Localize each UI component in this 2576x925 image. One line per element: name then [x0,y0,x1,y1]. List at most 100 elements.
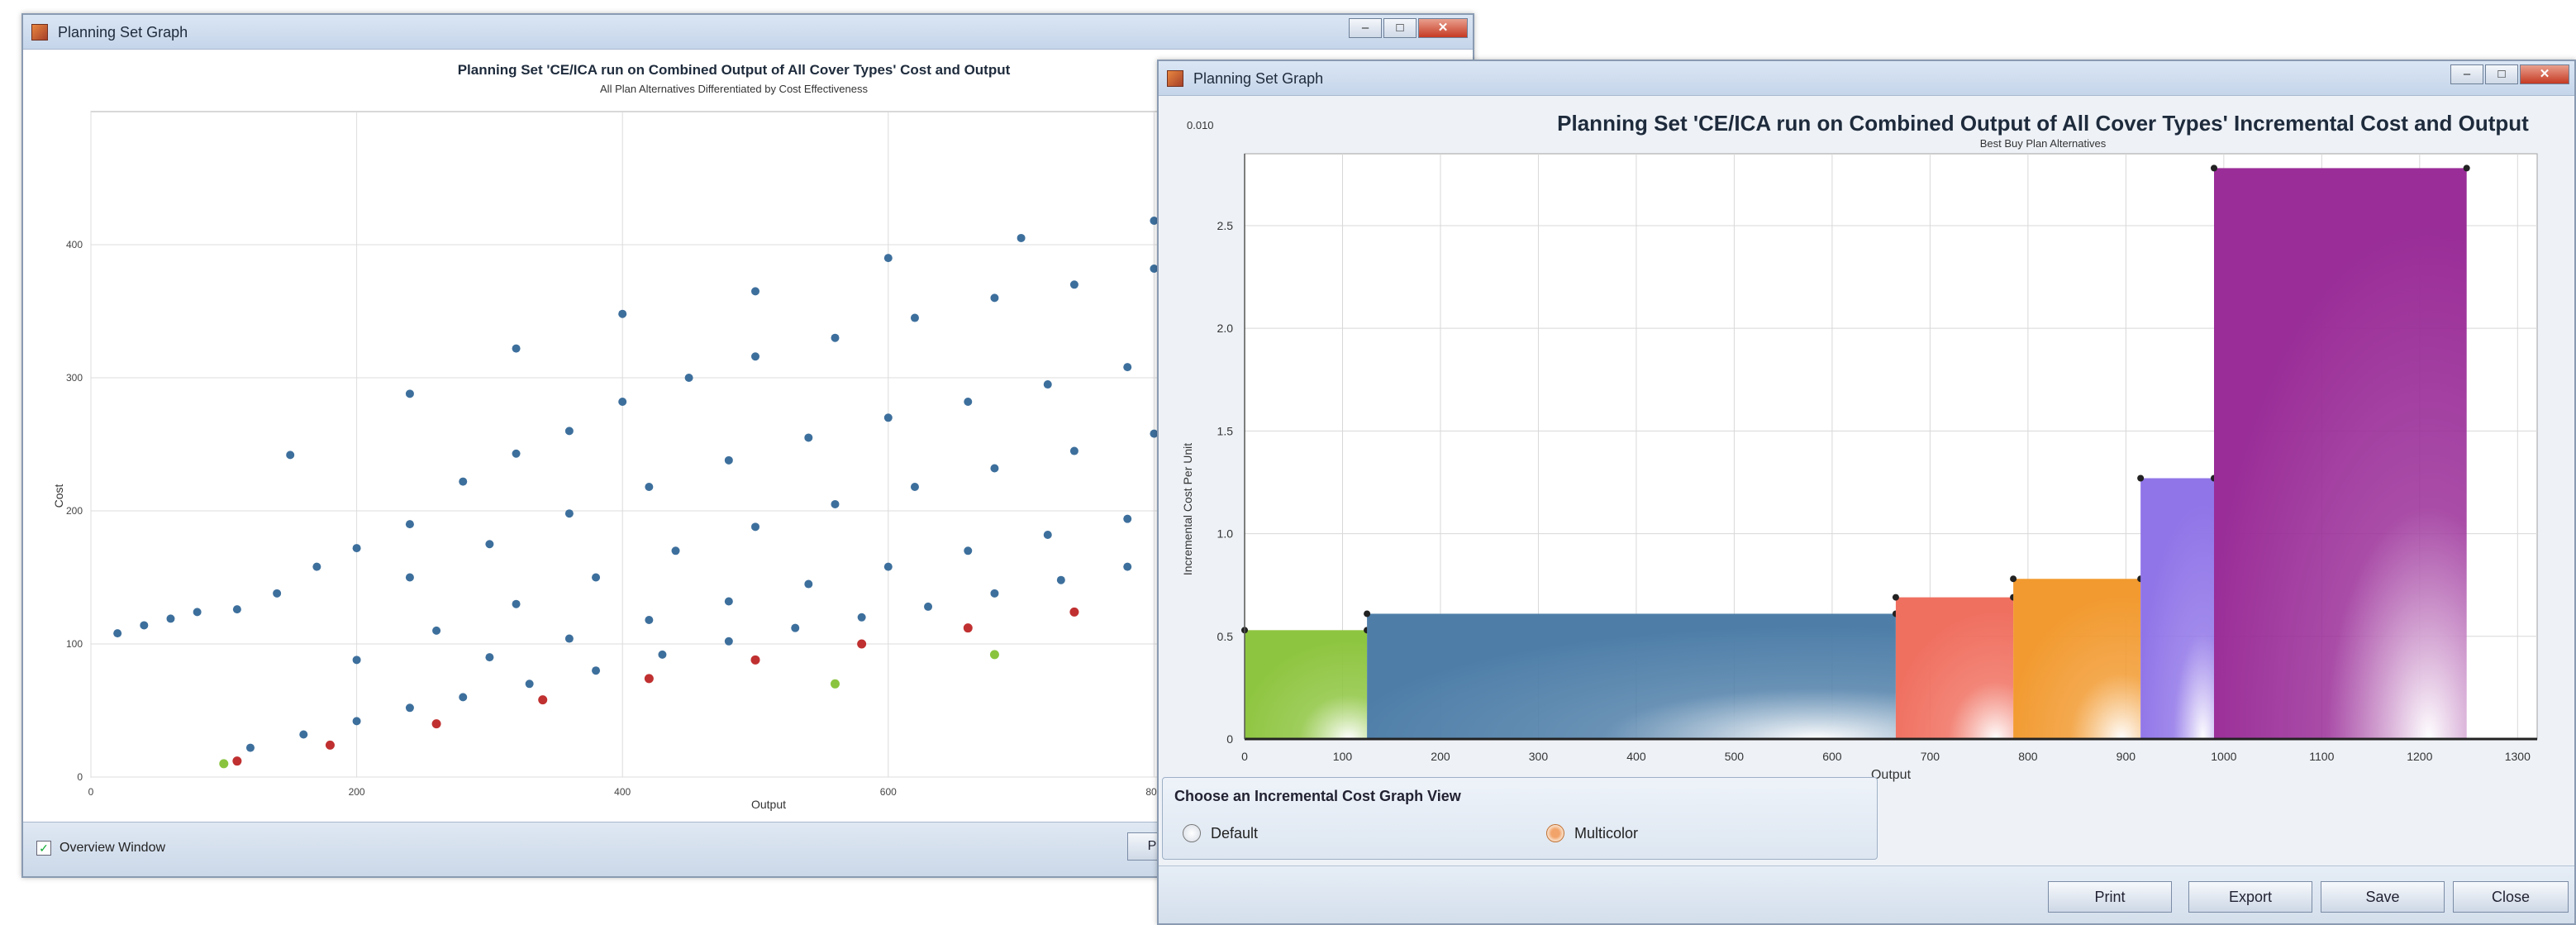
incremental-window-titlebar[interactable]: Planning Set Graph – □ ✕ [1159,61,2574,96]
bar-x-tick-label: 300 [1529,750,1549,763]
scatter-point [113,629,122,638]
bar-corner-marker [2137,474,2145,482]
scatter-point [910,313,919,322]
default-view-radio[interactable] [1183,824,1201,842]
bar-corner-marker [1892,594,1899,601]
scatter-point [512,344,521,353]
scatter-point [645,616,654,625]
incremental-cost-window: Planning Set Graph – □ ✕ 0.010 Planning … [1157,60,2576,925]
scatter-point [1069,280,1078,289]
bar-x-tick-label: 200 [1431,750,1450,763]
scatter-point [512,599,521,608]
scatter-point [857,639,867,649]
scatter-point [644,674,654,684]
bar-corner-marker [1364,610,1371,617]
scatter-x-tick-label: 200 [349,786,365,798]
scatter-point [140,621,149,630]
maximize-button[interactable]: □ [1383,18,1417,38]
scatter-point [1069,607,1079,617]
save-button[interactable]: Save [2321,881,2445,913]
bar-y-tick-label: 0 [1226,732,1233,746]
bar-x-tick-label: 400 [1626,750,1646,763]
overview-window-checkbox[interactable]: ✓ [36,841,51,856]
scatter-point [910,483,919,492]
graph-view-groupbox: Choose an Incremental Cost Graph View De… [1162,777,1878,860]
scatter-point [564,634,574,643]
graph-view-group-title: Choose an Incremental Cost Graph View [1174,788,1461,804]
bar-x-tick-label: 500 [1725,750,1745,763]
close-window-button[interactable]: ✕ [2520,64,2569,84]
scatter-point [232,605,241,614]
scatter-point [432,626,441,635]
scatter-point [232,756,242,766]
scatter-x-tick-label: 0 [88,786,94,798]
bar-x-tick-label: 1200 [2407,750,2432,763]
scatter-point [431,719,441,729]
minimize-button[interactable]: – [1349,18,1382,38]
export-button[interactable]: Export [2188,881,2312,913]
scatter-point [564,509,574,518]
bar-corner-marker [2010,575,2017,583]
incremental-cost-bar [1895,597,2014,739]
scatter-point [791,623,800,632]
print-button[interactable]: Print [2048,881,2172,913]
bar-corner-marker [2211,164,2217,172]
scatter-point [459,477,468,486]
bar-x-tick-label: 600 [1822,750,1842,763]
scatter-point [645,483,654,492]
scatter-point [883,254,893,263]
multicolor-view-radio[interactable] [1546,824,1564,842]
minimize-button[interactable]: – [2450,64,2483,84]
bar-y-tick-label: 1.5 [1217,424,1234,437]
bar-chart-subtitle: Best Buy Plan Alternatives [1980,137,2107,150]
incremental-cost-bar [1367,613,1896,739]
scatter-point [1123,514,1132,523]
scatter-chart-title: Planning Set 'CE/ICA run on Combined Out… [458,62,1011,78]
scatter-x-tick-label: 600 [880,786,897,798]
close-window-button[interactable]: ✕ [1418,18,1468,38]
bar-y-tick-label: 1.0 [1217,527,1234,541]
overview-window-label: Overview Window [60,841,166,855]
scatter-point [724,597,733,606]
scatter-point [1123,363,1132,372]
scatter-point [592,573,601,582]
scatter-point [804,433,813,442]
scatter-chart-subtitle: All Plan Alternatives Differentiated by … [600,83,868,95]
maximize-button[interactable]: □ [2485,64,2518,84]
scatter-window-titlebar[interactable]: Planning Set Graph – □ ✕ [23,15,1473,50]
scatter-point [751,352,759,361]
scatter-point [538,695,548,705]
scatter-point [618,397,627,406]
scatter-point [299,730,308,739]
scatter-point [990,293,999,303]
bar-x-tick-label: 1300 [2505,750,2531,763]
scatter-point [485,653,494,662]
scatter-window-title: Planning Set Graph [58,24,188,41]
scatter-point [273,589,282,598]
close-button[interactable]: Close [2453,881,2569,913]
scatter-point [1017,233,1026,242]
bar-corner-label: 0.010 [1187,119,1214,131]
scatter-point [312,562,321,571]
bar-x-tick-label: 1100 [2309,750,2334,763]
incremental-plot-area: 0.010 Planning Set 'CE/ICA run on Combin… [1159,96,2574,782]
scatter-point [724,637,733,646]
scatter-point [166,614,175,623]
scatter-point [750,655,760,665]
scatter-point [831,333,840,342]
incremental-cost-bar [2140,478,2214,739]
scatter-point [724,455,733,465]
bar-x-tick-label: 900 [2117,750,2136,763]
scatter-point [1056,575,1065,584]
incremental-window-title: Planning Set Graph [1193,70,1324,87]
default-view-label: Default [1211,825,1259,842]
scatter-point [924,602,933,611]
scatter-point [405,389,414,398]
app-icon [31,24,48,41]
scatter-point [485,540,494,549]
scatter-point [618,309,627,318]
scatter-point [525,679,534,689]
bar-corner-marker [2463,164,2470,172]
scatter-point [405,703,414,713]
scatter-point [684,374,693,382]
